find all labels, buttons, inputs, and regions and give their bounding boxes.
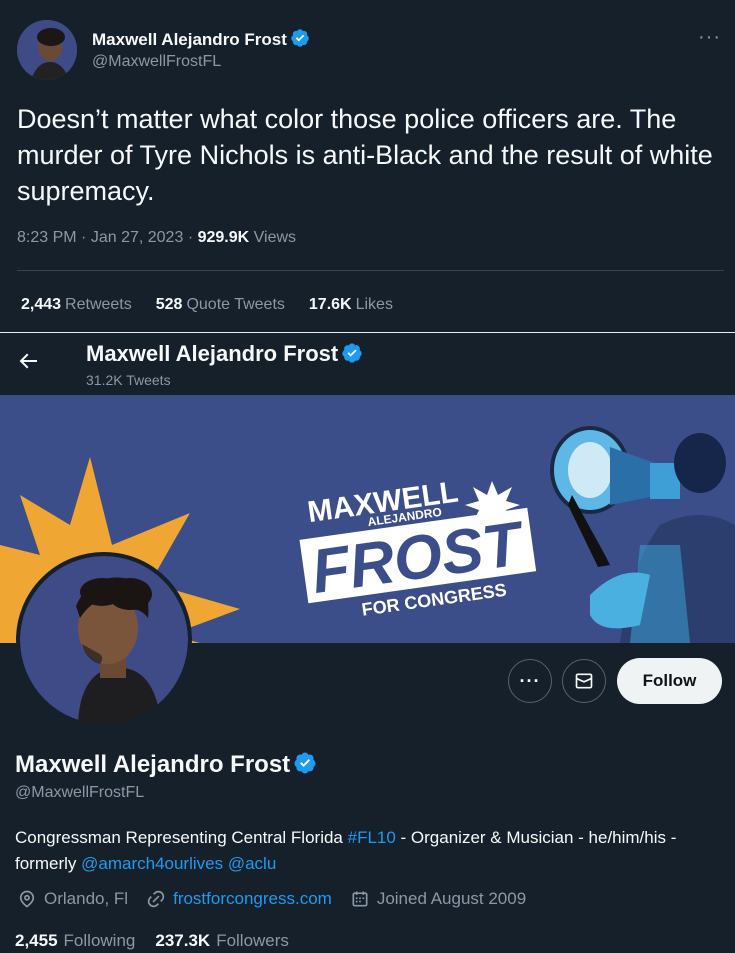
views-label: Views xyxy=(253,229,297,246)
meta-separator: · xyxy=(81,229,87,246)
follow-stats: 2,455 Following 237.3K Followers xyxy=(15,931,289,951)
profile-name: Maxwell Alejandro Frost xyxy=(15,751,317,779)
profile-meta: Orlando, Fl frostforcongress.com Joined … xyxy=(17,889,544,909)
likes-label: Likes xyxy=(355,296,393,313)
tweet-author-handle[interactable]: @MaxwellFrostFL xyxy=(92,53,221,71)
bio-text: Congressman Representing Central Florida xyxy=(15,828,348,847)
tweet-text: Doesn’t matter what color those police o… xyxy=(17,104,713,206)
location-text: Orlando, Fl xyxy=(44,889,129,908)
website-link[interactable]: frostforcongress.com xyxy=(173,889,332,909)
profile-top-bar: Maxwell Alejandro Frost 31.2K Tweets xyxy=(0,333,735,395)
bio-mention-link[interactable]: @amarch4ourlives xyxy=(81,854,223,873)
profile-more-button[interactable]: ··· xyxy=(508,659,552,703)
verified-badge-icon[interactable] xyxy=(293,751,317,775)
message-button[interactable] xyxy=(562,659,606,703)
profile-name-text: Maxwell Alejandro Frost xyxy=(15,751,291,778)
retweets-count: 2,443 xyxy=(21,296,62,313)
more-dots-icon: ··· xyxy=(519,671,541,691)
tweet-author-name-text[interactable]: Maxwell Alejandro Frost xyxy=(92,30,287,49)
profile-tweet-count: 31.2K Tweets xyxy=(86,372,171,388)
verified-badge-icon xyxy=(342,343,362,363)
likes-count: 17.6K xyxy=(308,296,352,313)
envelope-icon xyxy=(575,673,593,689)
more-options-icon[interactable]: ··· xyxy=(698,26,721,49)
website-item: frostforcongress.com xyxy=(146,889,332,909)
profile-top-name: Maxwell Alejandro Frost xyxy=(86,341,363,367)
calendar-icon xyxy=(352,891,368,907)
bio-mention-link[interactable]: @aclu xyxy=(228,854,276,873)
quote-tweets-stat[interactable]: 528 Quote Tweets xyxy=(156,296,285,314)
followers-stat[interactable]: 237.3K Followers xyxy=(155,931,289,951)
tweet-card: Maxwell Alejandro Frost @MaxwellFrostFL … xyxy=(0,0,735,332)
views-count: 929.9K xyxy=(197,229,250,246)
profile-top-name-text: Maxwell Alejandro Frost xyxy=(86,341,339,366)
tweet-stats: 2,443 Retweets 528 Quote Tweets 17.6K Likes xyxy=(21,296,393,314)
quotes-label: Quote Tweets xyxy=(186,296,285,313)
joined-text: Joined August 2009 xyxy=(376,889,527,908)
meta-separator: · xyxy=(187,229,194,246)
following-label: Following xyxy=(63,931,136,950)
location-item: Orlando, Fl xyxy=(17,889,128,909)
following-count: 2,455 xyxy=(15,931,58,950)
followers-label: Followers xyxy=(216,931,289,950)
following-stat[interactable]: 2,455 Following xyxy=(15,931,135,951)
retweets-stat[interactable]: 2,443 Retweets xyxy=(21,296,132,314)
joined-item: Joined August 2009 xyxy=(350,889,526,909)
back-arrow-icon[interactable] xyxy=(16,349,40,373)
quotes-count: 528 xyxy=(155,296,183,313)
profile-avatar[interactable] xyxy=(16,552,192,728)
likes-stat[interactable]: 17.6K Likes xyxy=(309,296,393,314)
divider xyxy=(17,270,724,271)
tweet-meta: 8:23 PM · Jan 27, 2023 · 929.9K Views xyxy=(17,229,296,247)
location-pin-icon xyxy=(19,890,35,908)
tweet-time[interactable]: 8:23 PM xyxy=(17,229,77,246)
retweets-label: Retweets xyxy=(65,296,132,313)
bio-hashtag-link[interactable]: #FL10 xyxy=(348,828,396,847)
tweet-date[interactable]: Jan 27, 2023 xyxy=(91,229,184,246)
followers-count: 237.3K xyxy=(155,931,211,950)
tweet-author-avatar[interactable] xyxy=(17,20,77,80)
follow-button[interactable]: Follow xyxy=(617,658,722,704)
link-icon xyxy=(147,890,165,908)
tweet-author-name[interactable]: Maxwell Alejandro Frost xyxy=(92,28,310,50)
verified-badge-icon xyxy=(291,29,309,47)
profile-bio: Congressman Representing Central Florida… xyxy=(15,825,715,877)
profile-handle: @MaxwellFrostFL xyxy=(15,784,145,801)
